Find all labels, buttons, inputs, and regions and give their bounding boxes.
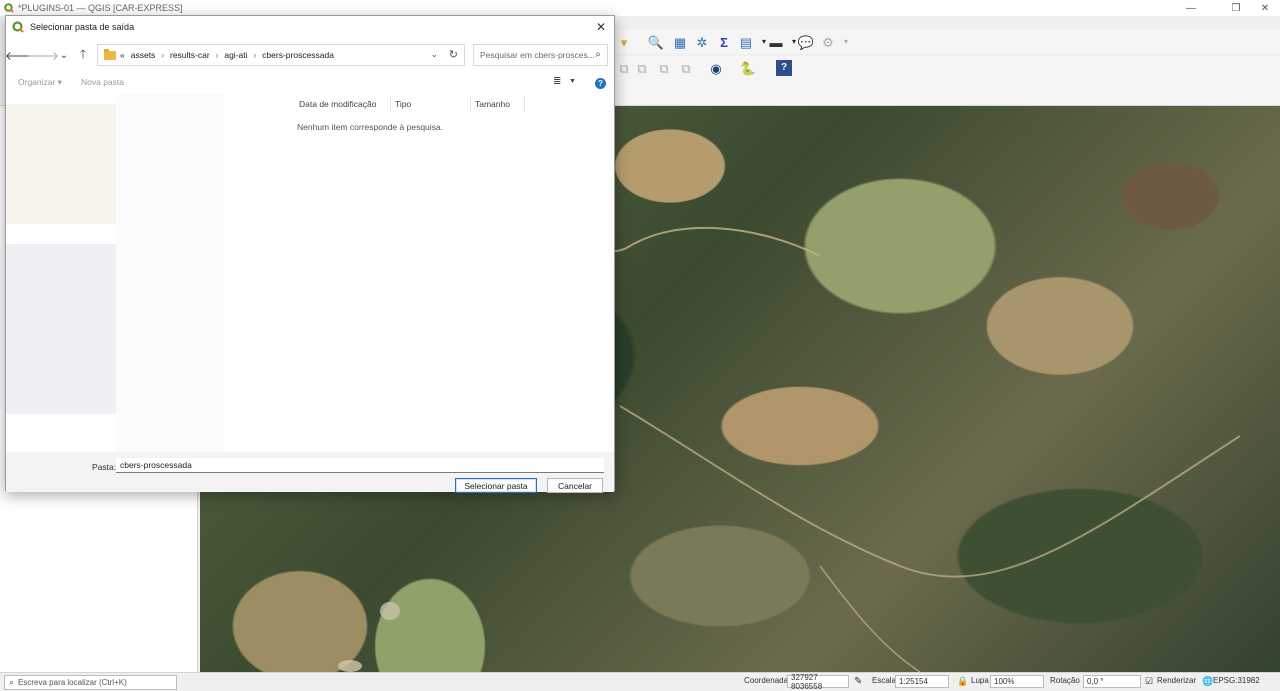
select-folder-button[interactable]: Selecionar pasta [455, 478, 537, 493]
select-tool-icon[interactable]: ▾ [616, 34, 632, 50]
rotation-spinbox[interactable]: 0,0 ° [1083, 675, 1141, 688]
coordinate-field[interactable]: 327927 8036558 [787, 673, 849, 691]
up-folder-icon[interactable]: 🡑 [75, 47, 91, 63]
blurred-region [116, 94, 224, 452]
search-placeholder: Pesquisar em cbers-prosces... [480, 50, 595, 60]
view-options-icon[interactable]: ≣ [553, 76, 561, 87]
statistics-icon[interactable]: Σ [716, 34, 732, 50]
dialog-close-button[interactable]: ✕ [592, 18, 610, 36]
help-contents-icon[interactable]: ? [776, 60, 792, 76]
blurred-region [6, 244, 116, 414]
locator-search-field[interactable]: ⌕ Escreva para localizar (Ctrl+K) [4, 675, 177, 690]
dialog-title: Selecionar pasta de saída [30, 22, 135, 32]
address-bar[interactable]: « assets › results-car › agi-ati › cbers… [97, 44, 465, 66]
digitize-icon-4[interactable]: ⧉ [678, 60, 694, 76]
blurred-region [6, 104, 116, 224]
settings-gear-icon[interactable]: ⚙ [820, 34, 836, 50]
globe-plugin-icon[interactable]: ◉ [708, 60, 724, 76]
crs-label[interactable]: EPSG:31982 [1213, 676, 1260, 685]
window-title: *PLUGINS-01 — QGIS [CAR-EXPRESS] [18, 3, 183, 13]
breadcrumb-cbers-proscessada[interactable]: cbers-proscessada [262, 50, 334, 60]
scale-label: Escala [872, 676, 897, 685]
qgis-title-bar: *PLUGINS-01 — QGIS [CAR-EXPRESS] — ❐ ✕ [0, 0, 1280, 16]
rotation-label: Rotação [1050, 676, 1080, 685]
folder-name-input[interactable]: cbers-proscessada [116, 458, 604, 473]
breadcrumb-overflow[interactable]: « [120, 50, 125, 60]
forward-icon[interactable]: 🡒 [27, 47, 59, 63]
magnifier-label: Lupa [971, 676, 989, 685]
column-header-size[interactable]: Tamanho [471, 96, 525, 112]
render-checkbox[interactable]: ☑ [1145, 676, 1153, 687]
breadcrumb-results-car[interactable]: results-car [170, 50, 210, 60]
folder-search-field[interactable]: Pesquisar em cbers-prosces... ⌕ [473, 44, 608, 66]
empty-results-message: Nenhum item corresponde à pesquisa. [297, 122, 443, 132]
python-console-icon[interactable]: 🐍 [740, 60, 756, 76]
new-folder-button[interactable]: Nova pasta [81, 77, 124, 87]
attribute-table-icon[interactable]: ▦ [672, 34, 688, 50]
lock-scale-icon[interactable]: 🔒 [957, 676, 968, 687]
search-icon: ⌕ [595, 49, 601, 60]
close-window-button[interactable]: ✕ [1250, 0, 1280, 16]
view-dropdown-icon[interactable]: ▼ [569, 78, 576, 85]
breadcrumb-agi-ati[interactable]: agi-ati [224, 50, 247, 60]
column-header-date[interactable]: Data de modificação [295, 96, 391, 112]
identify-icon[interactable]: 🔍 [648, 34, 664, 50]
dialog-title-bar: Selecionar pasta de saída ✕ [6, 16, 614, 38]
digitize-icon-2[interactable]: ⧉ [634, 60, 650, 76]
qgis-logo-icon [12, 21, 24, 33]
qgis-logo-icon [4, 3, 14, 13]
field-calculator-icon[interactable]: ✲ [694, 34, 710, 50]
navigation-pane[interactable] [6, 94, 224, 452]
breadcrumb-separator-icon: › [215, 50, 219, 60]
gear-dropdown-icon[interactable]: ▾ [838, 34, 854, 50]
dialog-footer: Pasta: cbers-proscessada Selecionar past… [6, 452, 614, 493]
recent-locations-icon[interactable]: ⌄ [56, 47, 72, 63]
crs-globe-icon[interactable]: 🌐 [1202, 676, 1213, 687]
map-tips-icon[interactable]: 💬 [798, 34, 814, 50]
toggle-extents-icon[interactable]: ✎ [854, 676, 862, 687]
folder-icon [104, 48, 116, 60]
select-output-folder-dialog: Selecionar pasta de saída ✕ 🡐 🡒 ⌄ 🡑 « as… [5, 15, 615, 493]
organize-button[interactable]: Organizar ▾ [18, 77, 62, 88]
minimize-button[interactable]: — [1176, 0, 1206, 16]
breadcrumb-assets[interactable]: assets [131, 50, 156, 60]
measure-icon[interactable]: ▬ [768, 34, 784, 50]
locator-search-icon: ⌕ [9, 677, 15, 687]
scale-combobox[interactable]: 1:25154 [895, 675, 949, 688]
locator-placeholder: Escreva para localizar (Ctrl+K) [18, 678, 127, 687]
status-bar: ⌕ Escreva para localizar (Ctrl+K) Coorde… [0, 672, 1280, 691]
magnifier-spinbox[interactable]: 100% [990, 675, 1044, 688]
column-header-type[interactable]: Tipo [391, 96, 471, 112]
render-label: Renderizar [1157, 676, 1197, 685]
coordinate-label: Coordenada [744, 676, 789, 685]
navigation-bar: 🡐 🡒 ⌄ 🡑 « assets › results-car › agi-ati… [5, 38, 614, 72]
digitize-icon-3[interactable]: ⧉ [656, 60, 672, 76]
folder-label: Pasta: [92, 462, 117, 472]
cancel-button[interactable]: Cancelar [547, 478, 603, 493]
breadcrumb-separator-icon: › [253, 50, 257, 60]
digitize-icon-1[interactable]: ⧉ [616, 60, 632, 76]
restore-button[interactable]: ❐ [1221, 0, 1251, 16]
open-table-icon[interactable]: ▤ [738, 34, 754, 50]
refresh-icon[interactable]: ↻ [449, 48, 458, 61]
help-icon[interactable]: ? [595, 78, 606, 89]
file-list[interactable]: Data de modificação Tipo Tamanho Nenhum … [224, 94, 614, 452]
breadcrumb-separator-icon: › [161, 50, 164, 60]
address-dropdown-icon[interactable]: ⌄ [430, 49, 438, 60]
command-bar: Organizar ▾ Nova pasta ≣ ▼ ? [6, 72, 614, 94]
